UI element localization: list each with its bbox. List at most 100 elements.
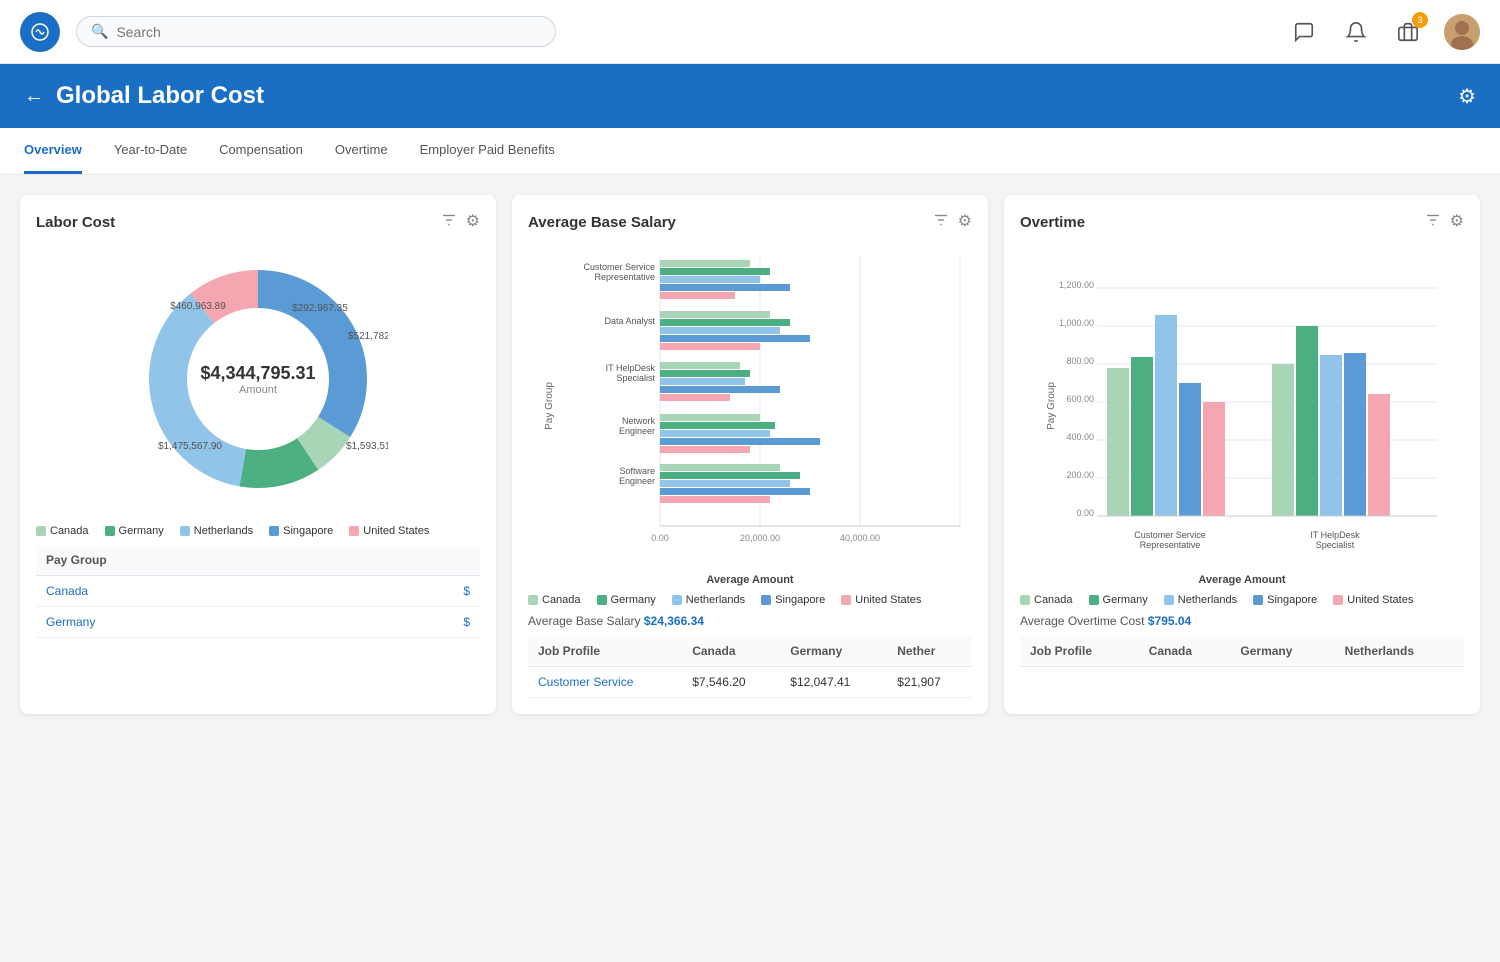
user-avatar[interactable]: [1444, 14, 1480, 50]
avg-salary-title: Average Base Salary: [528, 214, 932, 231]
th-canada-ot: Canada: [1139, 636, 1231, 667]
table-header-pay-group: Pay Group: [36, 545, 370, 576]
search-icon: 🔍: [91, 23, 108, 40]
td-cs-nether: $21,907: [887, 667, 972, 698]
legend-dot-germany: [105, 526, 115, 536]
tab-compensation[interactable]: Compensation: [219, 128, 303, 174]
svg-text:$1,475,567.90: $1,475,567.90: [158, 441, 222, 452]
svg-text:Specialist: Specialist: [1316, 540, 1355, 550]
chat-button[interactable]: [1288, 16, 1320, 48]
dashboard: Labor Cost ⚙: [0, 175, 1500, 734]
page-title: Global Labor Cost: [56, 82, 264, 110]
svg-text:400.00: 400.00: [1066, 432, 1094, 442]
briefcase-badge: 3: [1412, 12, 1428, 28]
table-cell-germany-value: $: [370, 607, 480, 638]
avg-salary-card: Average Base Salary ⚙ Pay Group: [512, 195, 988, 714]
tabs-bar: Overview Year-to-Date Compensation Overt…: [0, 128, 1500, 175]
top-navigation: 🔍 3: [0, 0, 1500, 64]
briefcase-button[interactable]: 3: [1392, 16, 1424, 48]
legend-singapore: Singapore: [269, 525, 333, 537]
nav-icons: 3: [1288, 14, 1480, 50]
overtime-filter-icon[interactable]: [1424, 211, 1442, 234]
td-cs-germany: $12,047.41: [780, 667, 887, 698]
th-canada: Canada: [682, 636, 780, 667]
svg-text:Engineer: Engineer: [619, 476, 655, 486]
avg-salary-chart: Pay Group 0.00 20,000.00 40,000.00 Custo…: [528, 246, 972, 566]
svg-text:40,000.00: 40,000.00: [840, 533, 880, 543]
th-germany: Germany: [780, 636, 887, 667]
svg-text:$460,963.89: $460,963.89: [170, 301, 226, 312]
avg-salary-filter-icon[interactable]: [932, 211, 950, 234]
svg-text:1,200.00: 1,200.00: [1059, 280, 1094, 290]
donut-center-text: $4,344,795.31 Amount: [200, 363, 315, 396]
overtime-stat: Average Overtime Cost $795.04: [1020, 614, 1464, 628]
labor-cost-table: Pay Group Canada $ Germany $: [36, 545, 480, 638]
svg-text:Data Analyst: Data Analyst: [604, 316, 655, 326]
th-job-profile: Job Profile: [528, 636, 682, 667]
legend-canada: Canada: [36, 525, 89, 537]
table-row: Germany $: [36, 607, 480, 638]
header-settings-icon[interactable]: ⚙: [1458, 84, 1476, 109]
svg-text:Network: Network: [622, 416, 656, 426]
svg-text:Pay Group: Pay Group: [1046, 382, 1057, 430]
overtime-title: Overtime: [1020, 214, 1424, 231]
svg-text:800.00: 800.00: [1066, 356, 1094, 366]
table-cell-canada[interactable]: Canada: [36, 576, 370, 607]
svg-text:IT HelpDesk: IT HelpDesk: [606, 363, 656, 373]
labor-cost-settings-icon[interactable]: ⚙: [466, 211, 480, 233]
avg-salary-table: Job Profile Canada Germany Nether Custom…: [528, 636, 972, 698]
search-input[interactable]: [116, 24, 541, 40]
donut-chart-container: $292,967.35 $521,782.43 $1,593,513.74 $4…: [36, 249, 480, 509]
tab-overtime[interactable]: Overtime: [335, 128, 388, 174]
svg-text:Engineer: Engineer: [619, 426, 655, 436]
labor-cost-filter-icon[interactable]: [440, 211, 458, 233]
back-button[interactable]: ←: [24, 85, 44, 108]
th-nether: Nether: [887, 636, 972, 667]
overtime-legend: Canada Germany Netherlands Singapore Uni…: [1020, 594, 1464, 606]
notifications-button[interactable]: [1340, 16, 1372, 48]
svg-text:200.00: 200.00: [1066, 470, 1094, 480]
donut-total-amount: $4,344,795.31: [200, 363, 315, 384]
table-row: Canada $: [36, 576, 480, 607]
legend-dot-canada: [36, 526, 46, 536]
labor-cost-title: Labor Cost: [36, 214, 440, 231]
th-germany-ot: Germany: [1230, 636, 1334, 667]
overtime-chart: Pay Group 0.00 200.00 400.00 600.00 800.…: [1020, 246, 1464, 566]
svg-text:600.00: 600.00: [1066, 394, 1094, 404]
avg-salary-settings-icon[interactable]: ⚙: [958, 211, 972, 234]
svg-text:Specialist: Specialist: [616, 373, 655, 383]
overtime-card: Overtime ⚙ Pay Group 0.00 200.00 400.00 …: [1004, 195, 1480, 714]
overtime-table: Job Profile Canada Germany Netherlands: [1020, 636, 1464, 667]
th-netherlands-ot: Netherlands: [1335, 636, 1464, 667]
svg-text:$1,593,513.74: $1,593,513.74: [346, 441, 388, 452]
legend-germany: Germany: [105, 525, 164, 537]
tab-employer-paid-benefits[interactable]: Employer Paid Benefits: [420, 128, 555, 174]
legend-united-states: United States: [349, 525, 429, 537]
svg-text:$292,967.35: $292,967.35: [292, 303, 348, 314]
svg-text:0.00: 0.00: [651, 533, 669, 543]
legend-dot-us: [349, 526, 359, 536]
svg-text:Pay Group: Pay Group: [544, 382, 555, 430]
tab-overview[interactable]: Overview: [24, 128, 82, 174]
table-row: Customer Service $7,546.20 $12,047.41 $2…: [528, 667, 972, 698]
tab-year-to-date[interactable]: Year-to-Date: [114, 128, 187, 174]
search-bar[interactable]: 🔍: [76, 16, 556, 47]
legend-dot-singapore: [269, 526, 279, 536]
svg-text:Representative: Representative: [594, 272, 655, 282]
overtime-settings-icon[interactable]: ⚙: [1450, 211, 1464, 234]
svg-text:0.00: 0.00: [1076, 508, 1094, 518]
avg-salary-legend: Canada Germany Netherlands Singapore Uni…: [528, 594, 972, 606]
table-cell-germany[interactable]: Germany: [36, 607, 370, 638]
page-header: ← Global Labor Cost ⚙: [0, 64, 1500, 128]
td-customer-service[interactable]: Customer Service: [528, 667, 682, 698]
labor-cost-legend: Canada Germany Netherlands Singapore Uni…: [36, 525, 480, 537]
svg-text:Customer Service: Customer Service: [1134, 530, 1206, 540]
td-cs-canada: $7,546.20: [682, 667, 780, 698]
legend-netherlands: Netherlands: [180, 525, 253, 537]
avg-salary-svg: Pay Group 0.00 20,000.00 40,000.00 Custo…: [528, 246, 972, 566]
table-cell-canada-value: $: [370, 576, 480, 607]
svg-text:Representative: Representative: [1140, 540, 1201, 550]
workday-logo[interactable]: [20, 12, 60, 52]
svg-text:1,000.00: 1,000.00: [1059, 318, 1094, 328]
donut-total-label: Amount: [200, 384, 315, 396]
